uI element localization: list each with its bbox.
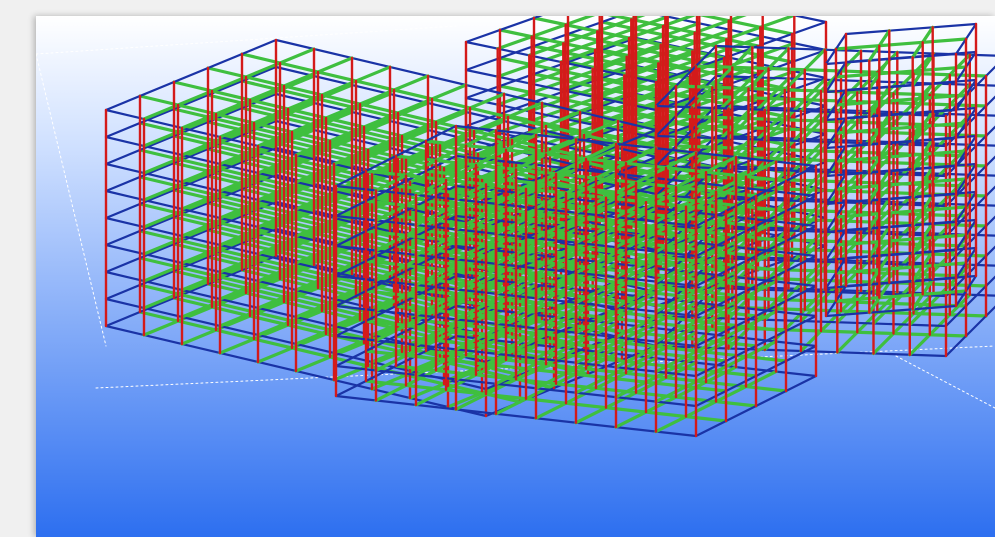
page-frame — [0, 0, 995, 537]
3d-model-viewport[interactable] — [36, 16, 995, 537]
structural-frame-model[interactable] — [36, 16, 995, 537]
